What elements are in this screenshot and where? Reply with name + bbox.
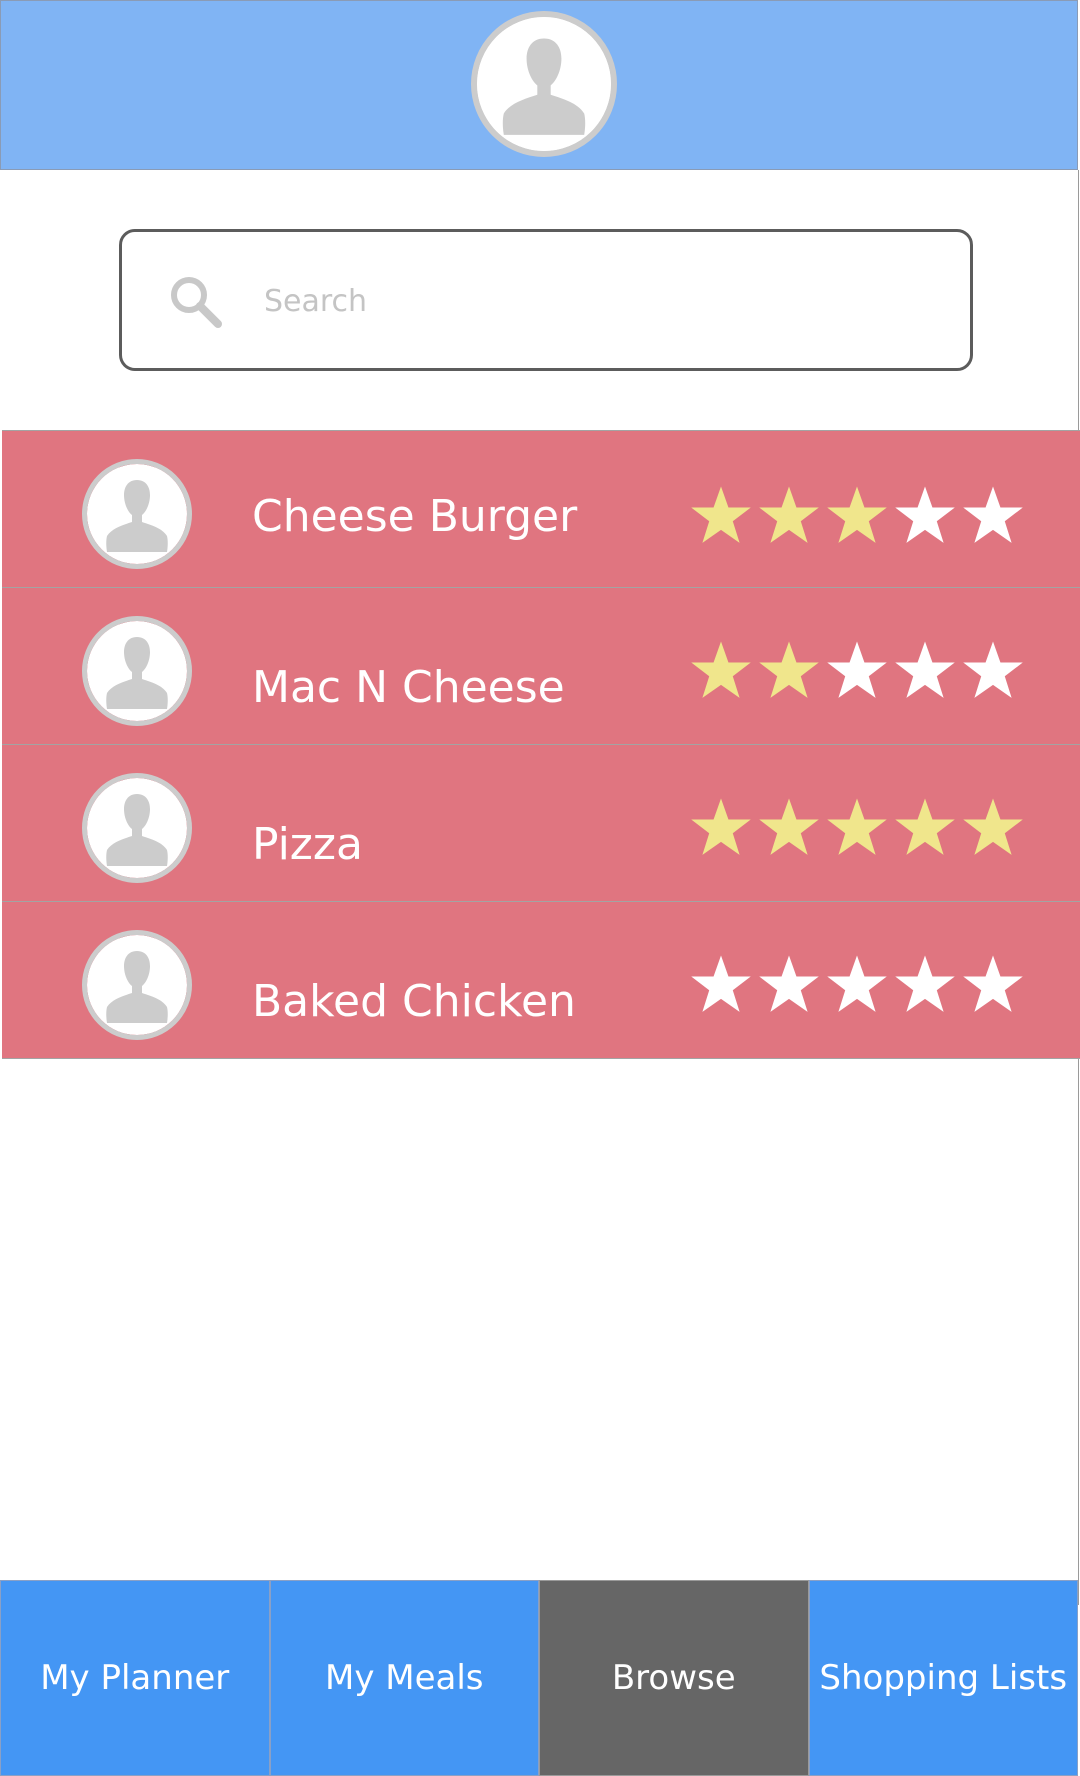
search-input[interactable]: [262, 262, 946, 340]
bottom-navigation: My Planner My Meals Browse Shopping Lists: [0, 1580, 1078, 1776]
star-icon[interactable]: [758, 640, 820, 700]
nav-tab-browse[interactable]: Browse: [539, 1580, 809, 1776]
star-icon[interactable]: [690, 954, 752, 1014]
user-avatar-icon: [82, 930, 192, 1040]
star-icon[interactable]: [690, 797, 752, 857]
star-icon[interactable]: [758, 485, 820, 545]
meal-row-3[interactable]: Baked Chicken: [2, 901, 1080, 1059]
star-rating[interactable]: [690, 640, 1036, 702]
meal-name: Baked Chicken: [252, 976, 576, 1027]
star-icon[interactable]: [826, 954, 888, 1014]
star-icon[interactable]: [894, 485, 956, 545]
app-screen: Cheese Burger Mac N Cheese Pizza Baked: [0, 0, 1080, 1776]
header-bar: [0, 0, 1078, 170]
user-avatar-icon: [82, 773, 192, 883]
star-icon[interactable]: [758, 954, 820, 1014]
search-bar[interactable]: [119, 229, 973, 371]
star-rating[interactable]: [690, 797, 1036, 859]
meal-list: Cheese Burger Mac N Cheese Pizza Baked C…: [2, 430, 1080, 1059]
user-avatar-icon[interactable]: [471, 11, 617, 157]
meal-row-0[interactable]: Cheese Burger: [2, 430, 1080, 587]
user-avatar-icon: [82, 616, 192, 726]
meal-row-1[interactable]: Mac N Cheese: [2, 587, 1080, 744]
meal-name: Pizza: [252, 819, 363, 870]
star-icon[interactable]: [962, 640, 1024, 700]
nav-tab-my-meals[interactable]: My Meals: [269, 1580, 539, 1776]
star-icon[interactable]: [894, 797, 956, 857]
star-rating[interactable]: [690, 954, 1036, 1016]
star-icon[interactable]: [894, 954, 956, 1014]
meal-name: Cheese Burger: [252, 491, 578, 542]
star-icon[interactable]: [690, 485, 752, 545]
user-avatar-icon: [82, 459, 192, 569]
nav-tab-shopping-lists[interactable]: Shopping Lists: [808, 1580, 1078, 1776]
star-icon[interactable]: [962, 797, 1024, 857]
star-icon[interactable]: [962, 954, 1024, 1014]
nav-tab-my-planner[interactable]: My Planner: [0, 1580, 270, 1776]
search-icon: [171, 277, 222, 328]
star-icon[interactable]: [826, 640, 888, 700]
star-rating[interactable]: [690, 485, 1036, 547]
star-icon[interactable]: [690, 640, 752, 700]
star-icon[interactable]: [962, 485, 1024, 545]
star-icon[interactable]: [894, 640, 956, 700]
star-icon[interactable]: [826, 485, 888, 545]
star-icon[interactable]: [826, 797, 888, 857]
star-icon[interactable]: [758, 797, 820, 857]
meal-name: Mac N Cheese: [252, 662, 565, 713]
meal-row-2[interactable]: Pizza: [2, 744, 1080, 901]
